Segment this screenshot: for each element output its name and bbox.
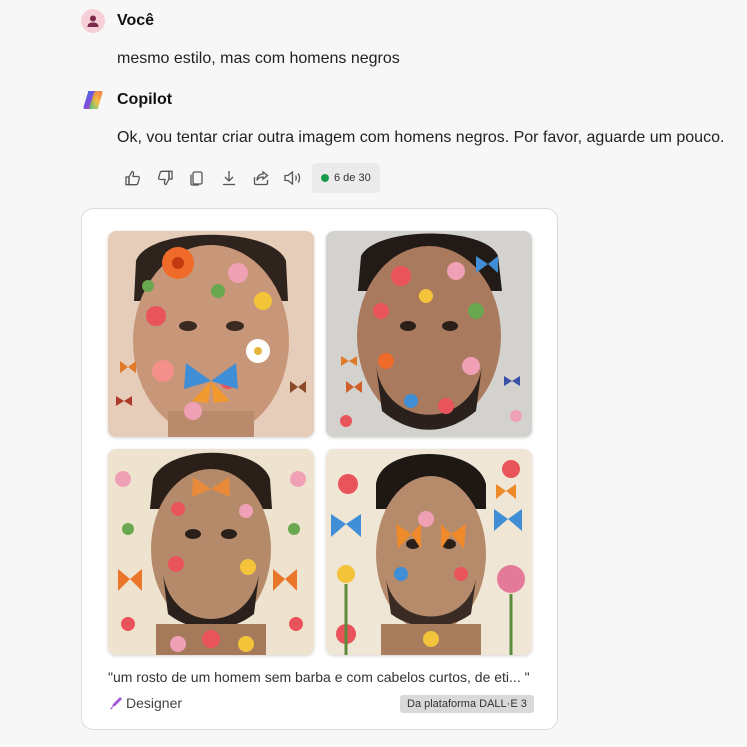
dislike-button[interactable] [149,163,181,193]
generated-image-4[interactable] [326,449,532,655]
thumbs-down-icon [157,170,173,186]
share-icon [253,170,269,186]
download-icon [223,171,235,186]
bot-sender-name: Copilot [117,91,173,108]
user-sender-name: Você [117,12,155,29]
speaker-icon [284,170,301,186]
bot-message-text: Ok, vou tentar criar outra imagem com ho… [117,129,725,146]
generated-image-2[interactable] [326,231,532,437]
share-button[interactable] [245,163,277,193]
message-actions: 6 de 30 [117,163,380,193]
bot-message-header: Copilot [81,88,172,112]
status-dot [321,174,329,182]
designer-link[interactable]: Designer [109,695,182,711]
copy-button[interactable] [181,163,213,193]
platform-badge: Da plataforma DALL·E 3 [400,695,534,713]
generated-image-3[interactable] [108,449,314,655]
counter-text: 6 de 30 [334,172,371,184]
image-result-card: "um rosto de um homem sem barba e com ca… [81,208,558,730]
designer-label: Designer [126,695,183,711]
download-button[interactable] [213,163,245,193]
user-icon [87,15,99,27]
user-avatar [81,9,105,33]
thumbs-up-icon [125,170,141,186]
copilot-logo-icon [81,88,105,112]
generated-image-1[interactable] [108,231,314,437]
copy-icon [190,171,203,186]
read-aloud-button[interactable] [277,163,309,193]
designer-icon [110,697,122,710]
like-button[interactable] [117,163,149,193]
response-counter: 6 de 30 [312,163,380,193]
image-prompt-caption: "um rosto de um homem sem barba e com ca… [108,669,530,685]
user-message-text: mesmo estilo, mas com homens negros [117,50,400,67]
user-message-header: Você [81,9,154,33]
